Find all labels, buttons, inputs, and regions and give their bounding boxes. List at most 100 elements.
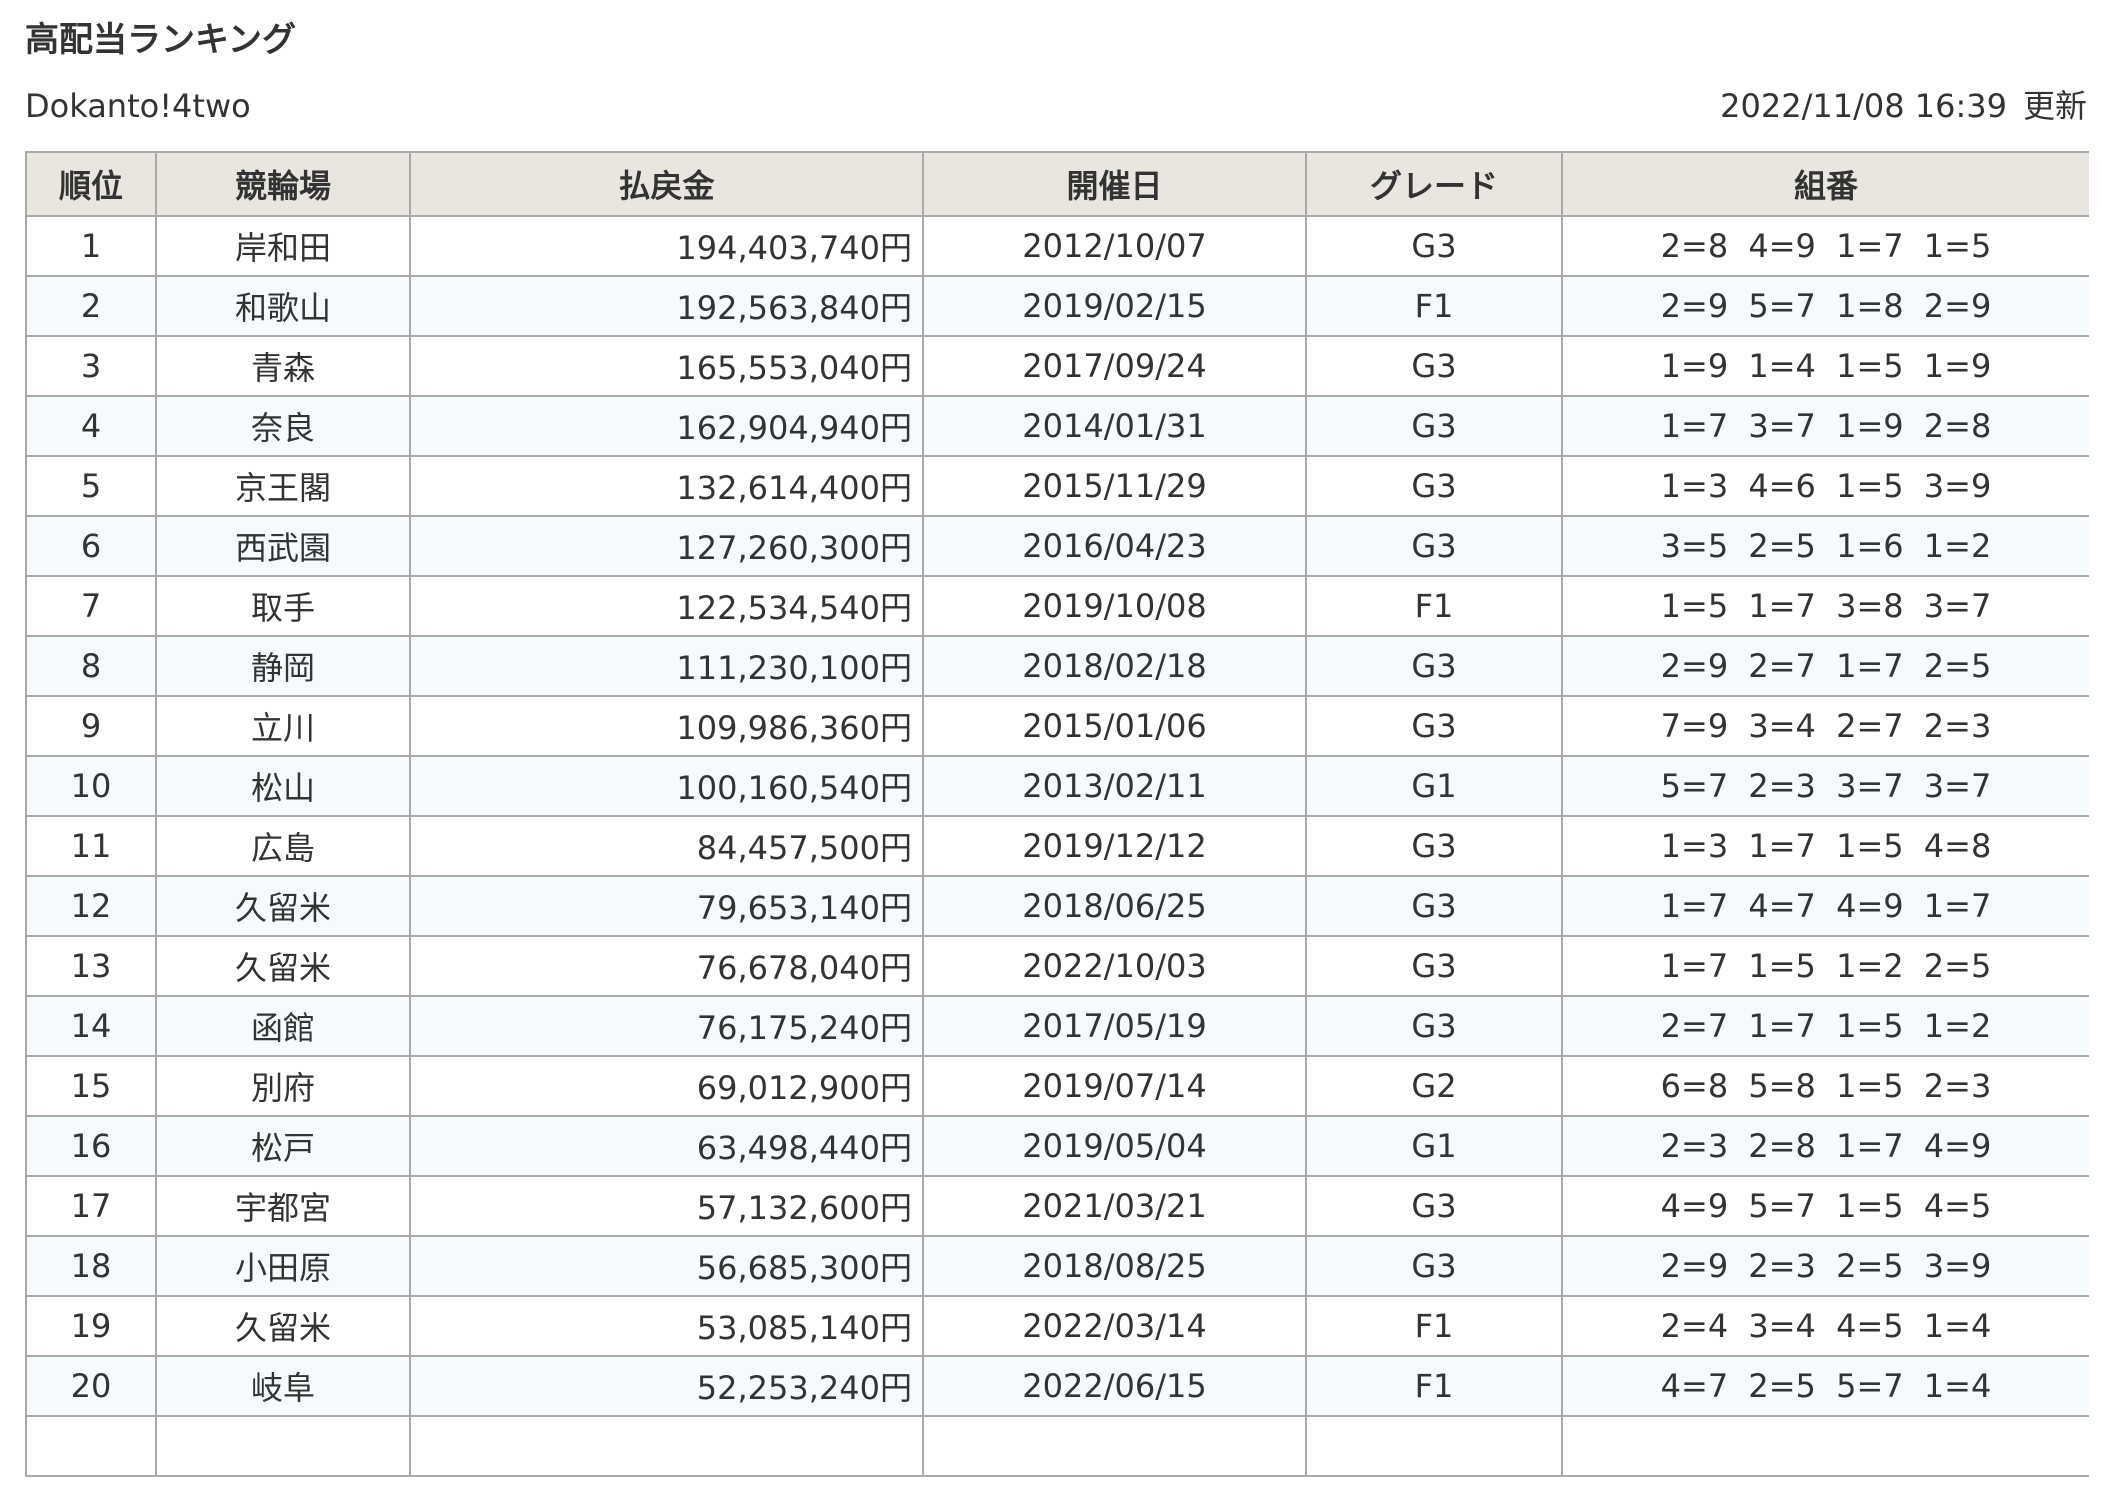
combination-cell: 3=5 2=5 1=6 1=2 (1561, 515, 2089, 577)
payout-cell: 127,260,300円 (409, 515, 924, 577)
combination-cell (1561, 1415, 2089, 1477)
date-cell: 2016/04/23 (922, 515, 1307, 577)
grade-cell: G3 (1305, 815, 1563, 877)
venue-cell: 取手 (155, 575, 411, 637)
table-row: 11 広島 84,457,500円 2019/12/12 G3 1=3 1=7 1=5 4… (25, 815, 2089, 877)
date-cell: 2017/05/19 (922, 995, 1307, 1057)
table-row: 14 函館 76,175,240円 2017/05/19 G3 2=7 1=7 1=5 1… (25, 995, 2089, 1057)
rank-cell: 18 (25, 1235, 157, 1297)
rank-cell: 4 (25, 395, 157, 457)
venue-cell: 久留米 (155, 935, 411, 997)
rank-cell (25, 1415, 157, 1477)
grade-cell: G3 (1305, 335, 1563, 397)
grade-cell: G3 (1305, 515, 1563, 577)
table-row: 18 小田原 56,685,300円 2018/08/25 G3 2=9 2=3 2=5 … (25, 1235, 2089, 1297)
combination-cell: 4=9 5=7 1=5 4=5 (1561, 1175, 2089, 1237)
date-cell: 2022/06/15 (922, 1355, 1307, 1417)
payout-cell: 52,253,240円 (409, 1355, 924, 1417)
venue-cell: 西武園 (155, 515, 411, 577)
date-cell: 2019/07/14 (922, 1055, 1307, 1117)
venue-cell: 函館 (155, 995, 411, 1057)
combination-cell: 1=3 4=6 1=5 3=9 (1561, 455, 2089, 517)
rank-cell: 8 (25, 635, 157, 697)
table-row: 3 青森 165,553,040円 2017/09/24 G3 1=9 1=4 1=5 1… (25, 335, 2089, 397)
date-cell: 2015/11/29 (922, 455, 1307, 517)
ranking-table: 順位 競輪場 払戻金 開催日 グレード 組番 1 岸和田 194,403,740円 2… (25, 151, 2089, 1477)
ranking-table-body: 1 岸和田 194,403,740円 2012/10/07 G3 2=8 4=9 1=7 … (25, 215, 2089, 1477)
rank-cell: 13 (25, 935, 157, 997)
rank-cell: 19 (25, 1295, 157, 1357)
ranking-table-container: 順位 競輪場 払戻金 開催日 グレード 組番 1 岸和田 194,403,740円 2… (25, 151, 2089, 1512)
venue-cell: 静岡 (155, 635, 411, 697)
grade-cell: F1 (1305, 1295, 1563, 1357)
payout-cell: 69,012,900円 (409, 1055, 924, 1117)
venue-cell: 立川 (155, 695, 411, 757)
table-row: 1 岸和田 194,403,740円 2012/10/07 G3 2=8 4=9 1=7 … (25, 215, 2089, 277)
date-cell: 2019/05/04 (922, 1115, 1307, 1177)
venue-cell: 宇都宮 (155, 1175, 411, 1237)
venue-cell: 岸和田 (155, 215, 411, 277)
table-row: 2 和歌山 192,563,840円 2019/02/15 F1 2=9 5=7 1=8 … (25, 275, 2089, 337)
combination-cell: 1=9 1=4 1=5 1=9 (1561, 335, 2089, 397)
table-row: 8 静岡 111,230,100円 2018/02/18 G3 2=9 2=7 1=7 2… (25, 635, 2089, 697)
rank-cell: 6 (25, 515, 157, 577)
table-row: 19 久留米 53,085,140円 2022/03/14 F1 2=4 3=4 4=5 … (25, 1295, 2089, 1357)
venue-cell: 小田原 (155, 1235, 411, 1297)
date-cell: 2019/02/15 (922, 275, 1307, 337)
date-cell: 2022/03/14 (922, 1295, 1307, 1357)
payout-cell: 53,085,140円 (409, 1295, 924, 1357)
grade-cell: G3 (1305, 875, 1563, 937)
table-header-row: 順位 競輪場 払戻金 開催日 グレード 組番 (25, 151, 2089, 217)
payout-cell: 76,678,040円 (409, 935, 924, 997)
combination-cell: 4=7 2=5 5=7 1=4 (1561, 1355, 2089, 1417)
payout-cell: 57,132,600円 (409, 1175, 924, 1237)
date-cell: 2013/02/11 (922, 755, 1307, 817)
grade-cell: G3 (1305, 395, 1563, 457)
grade-cell: G3 (1305, 635, 1563, 697)
date-cell: 2018/02/18 (922, 635, 1307, 697)
venue-cell: 松戸 (155, 1115, 411, 1177)
table-row: 7 取手 122,534,540円 2019/10/08 F1 1=5 1=7 3=8 3… (25, 575, 2089, 637)
grade-cell: F1 (1305, 575, 1563, 637)
grade-cell: G3 (1305, 935, 1563, 997)
rank-cell: 11 (25, 815, 157, 877)
venue-cell: 岐阜 (155, 1355, 411, 1417)
venue-cell: 別府 (155, 1055, 411, 1117)
rank-cell: 16 (25, 1115, 157, 1177)
info-row: Dokanto!4two 2022/11/08 16:39 更新 (25, 80, 2087, 132)
venue-cell: 久留米 (155, 875, 411, 937)
grade-cell: G2 (1305, 1055, 1563, 1117)
date-cell: 2014/01/31 (922, 395, 1307, 457)
table-row: 13 久留米 76,678,040円 2022/10/03 G3 1=7 1=5 1=2 … (25, 935, 2089, 997)
grade-cell: G1 (1305, 1115, 1563, 1177)
rank-cell: 2 (25, 275, 157, 337)
table-row: 17 宇都宮 57,132,600円 2021/03/21 G3 4=9 5=7 1=5 … (25, 1175, 2089, 1237)
page-title: 高配当ランキング (25, 20, 296, 60)
date-cell: 2018/06/25 (922, 875, 1307, 937)
rank-cell: 9 (25, 695, 157, 757)
combination-cell: 1=7 4=7 4=9 1=7 (1561, 875, 2089, 937)
date-cell: 2021/03/21 (922, 1175, 1307, 1237)
rank-cell: 17 (25, 1175, 157, 1237)
column-header-payout: 払戻金 (409, 151, 924, 217)
column-header-rank: 順位 (25, 151, 157, 217)
combination-cell: 2=4 3=4 4=5 1=4 (1561, 1295, 2089, 1357)
payout-cell: 132,614,400円 (409, 455, 924, 517)
rank-cell: 12 (25, 875, 157, 937)
column-header-venue: 競輪場 (155, 151, 411, 217)
grade-cell: F1 (1305, 275, 1563, 337)
payout-cell: 192,563,840円 (409, 275, 924, 337)
table-row: 10 松山 100,160,540円 2013/02/11 G1 5=7 2=3 3=7 … (25, 755, 2089, 817)
rank-cell: 20 (25, 1355, 157, 1417)
date-cell: 2019/12/12 (922, 815, 1307, 877)
venue-cell: 京王閣 (155, 455, 411, 517)
combination-cell: 5=7 2=3 3=7 3=7 (1561, 755, 2089, 817)
rank-cell: 1 (25, 215, 157, 277)
payout-cell: 56,685,300円 (409, 1235, 924, 1297)
venue-cell (155, 1415, 411, 1477)
date-cell: 2018/08/25 (922, 1235, 1307, 1297)
combination-cell: 2=9 2=7 1=7 2=5 (1561, 635, 2089, 697)
combination-cell: 1=7 1=5 1=2 2=5 (1561, 935, 2089, 997)
venue-cell: 奈良 (155, 395, 411, 457)
combination-cell: 1=5 1=7 3=8 3=7 (1561, 575, 2089, 637)
